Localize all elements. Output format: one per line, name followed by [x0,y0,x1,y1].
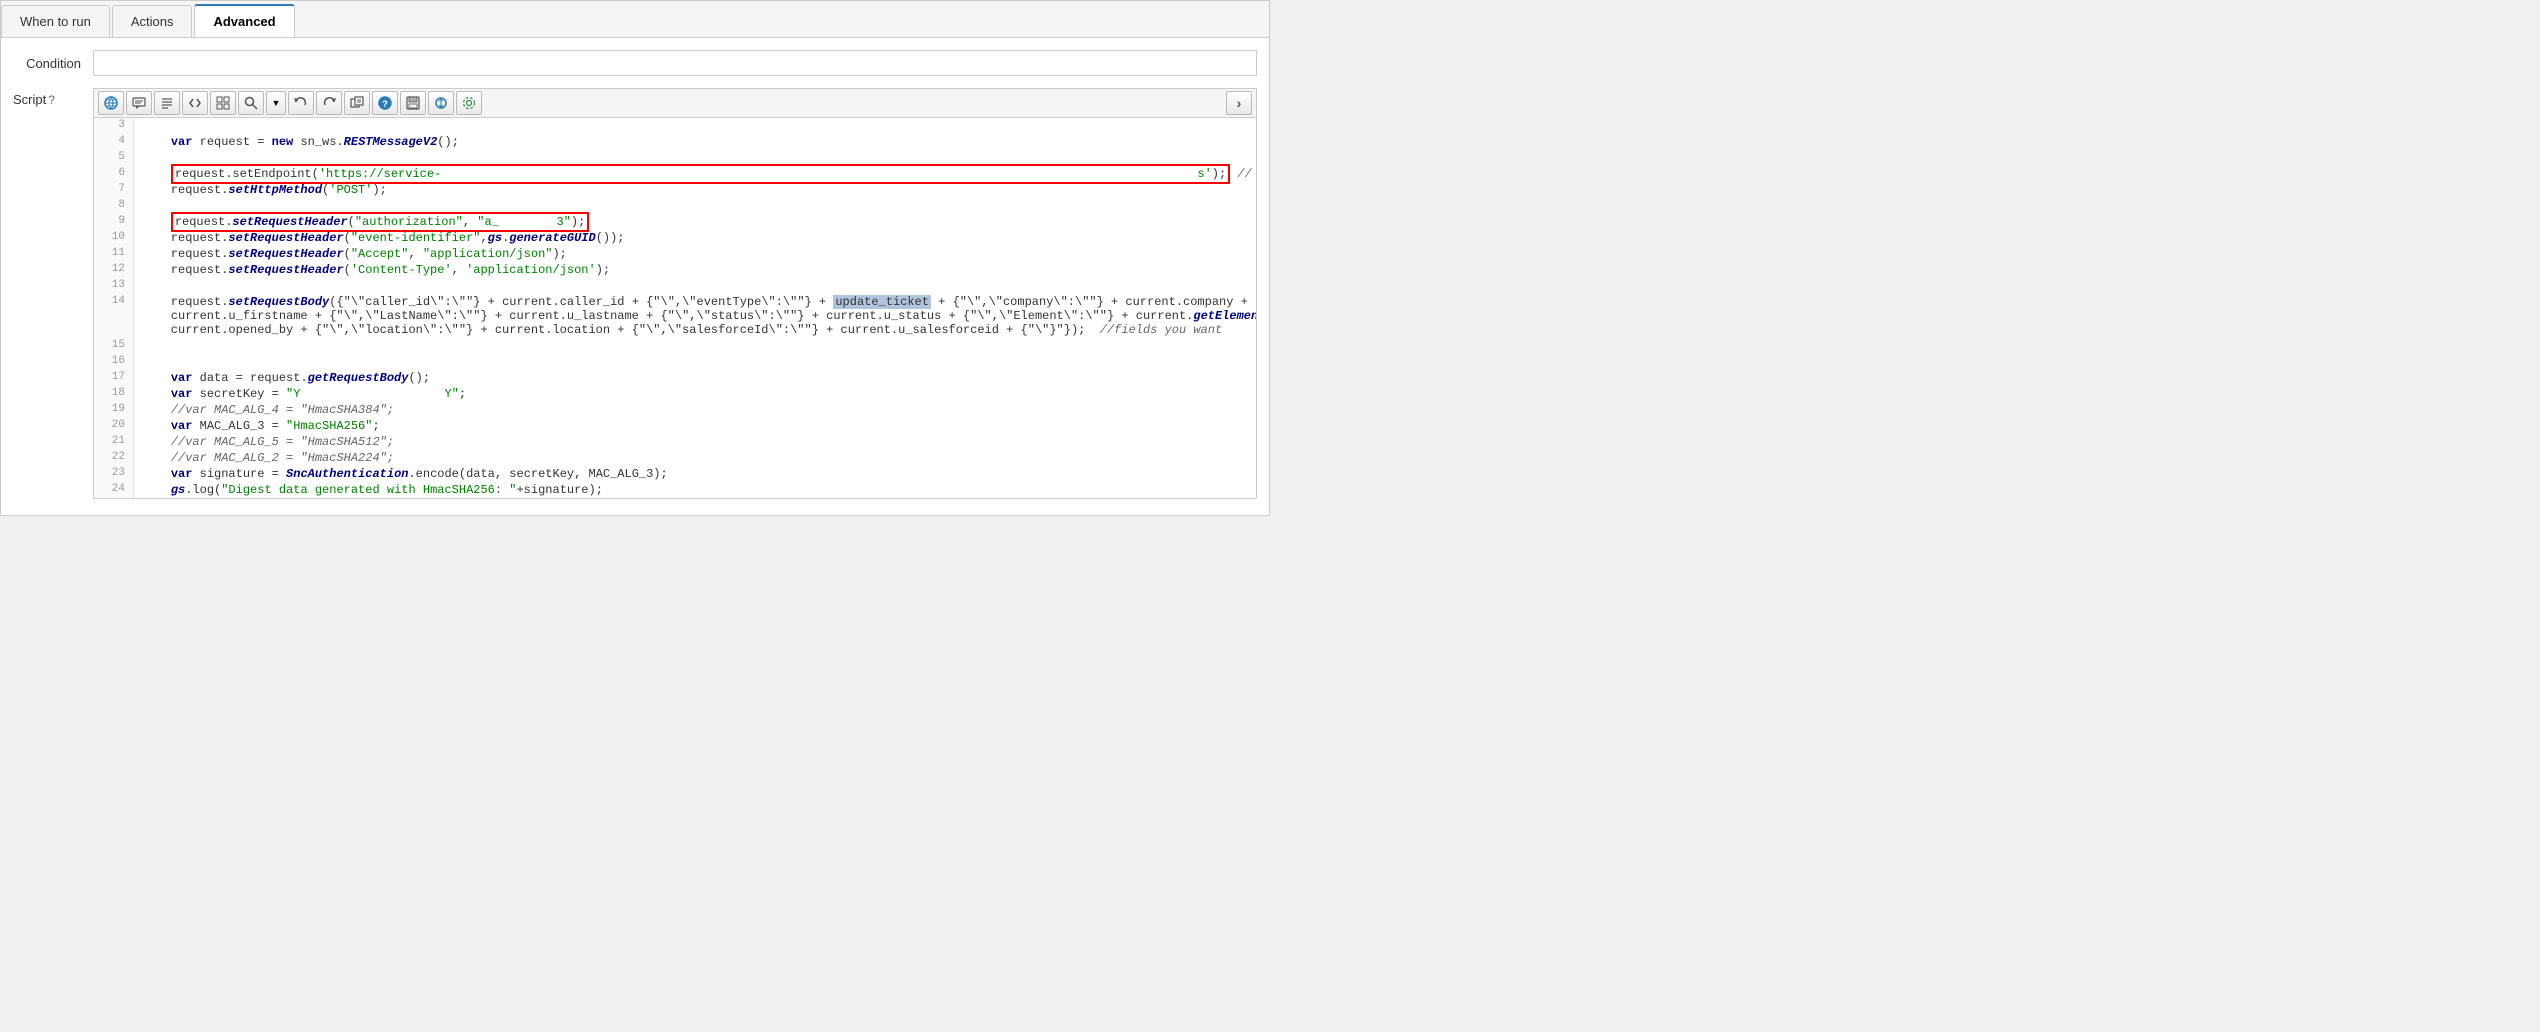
code-line-7: 7 request.setHttpMethod('POST'); [94,182,1256,198]
help-icon-btn[interactable]: ? [372,91,398,115]
code-line-17: 17 var data = request.getRequestBody(); [94,370,1256,386]
script-row: Script ? [1,84,1269,507]
code-editor[interactable]: 3 4 var request = new sn_ws.RESTMessageV… [94,118,1256,498]
script-toolbar: ▼ [94,89,1256,118]
code-content: 3 4 var request = new sn_ws.RESTMessageV… [94,118,1256,498]
search-icon-btn[interactable] [238,91,264,115]
code-line-9: 9 request.setRequestHeader("authorizatio… [94,214,1256,230]
code-line-19: 19 //var MAC_ALG_4 = "HmacSHA384"; [94,402,1256,418]
code-line-18: 18 var secretKey = "Y Y"; [94,386,1256,402]
tab-when-to-run[interactable]: When to run [1,5,110,37]
code-line-15: 15 [94,338,1256,354]
tabs-bar: When to run Actions Advanced [1,1,1269,38]
code-line-6: 6 request.setEndpoint('https://service- … [94,166,1256,182]
code-line-22: 22 //var MAC_ALG_2 = "HmacSHA224"; [94,450,1256,466]
code-line-3: 3 [94,118,1256,134]
content-area: Condition Script ? [1,38,1269,515]
code-line-4: 4 var request = new sn_ws.RESTMessageV2(… [94,134,1256,150]
code-line-20: 20 var MAC_ALG_3 = "HmacSHA256"; [94,418,1256,434]
help-icon[interactable]: ? [48,93,55,107]
condition-label: Condition [13,56,93,71]
code-line-13: 13 [94,278,1256,294]
save-icon-btn[interactable] [400,91,426,115]
condition-row: Condition [1,46,1269,80]
code-icon-btn[interactable] [182,91,208,115]
globe-icon-btn[interactable] [98,91,124,115]
main-container: When to run Actions Advanced Condition S… [0,0,1270,516]
code-line-24: 24 gs.log("Digest data generated with Hm… [94,482,1256,498]
condition-input[interactable] [93,50,1257,76]
expand-right-btn[interactable]: › [1226,91,1252,115]
expand-left-icon-btn[interactable] [344,91,370,115]
redo-icon-btn[interactable] [316,91,342,115]
svg-text:?: ? [382,99,388,109]
recycle-icon-btn[interactable] [428,91,454,115]
code-line-10: 10 request.setRequestHeader("event-ident… [94,230,1256,246]
undo-icon-btn[interactable] [288,91,314,115]
grid-icon-btn[interactable] [210,91,236,115]
code-line-23: 23 var signature = SncAuthentication.enc… [94,466,1256,482]
script-label-area: Script ? [13,88,93,107]
script-editor-container: ▼ [93,88,1257,499]
tab-actions[interactable]: Actions [112,5,193,37]
list-icon-btn[interactable] [154,91,180,115]
code-line-16: 16 [94,354,1256,370]
code-line-21: 21 //var MAC_ALG_5 = "HmacSHA512"; [94,434,1256,450]
settings-icon-btn[interactable] [456,91,482,115]
tab-advanced[interactable]: Advanced [194,4,294,37]
code-line-12: 12 request.setRequestHeader('Content-Typ… [94,262,1256,278]
code-line-14: 14 request.setRequestBody({"\"caller_id\… [94,294,1256,338]
dropdown-arrow-btn[interactable]: ▼ [266,91,286,115]
code-line-11: 11 request.setRequestHeader("Accept", "a… [94,246,1256,262]
comment-icon-btn[interactable] [126,91,152,115]
script-label: Script [13,92,46,107]
